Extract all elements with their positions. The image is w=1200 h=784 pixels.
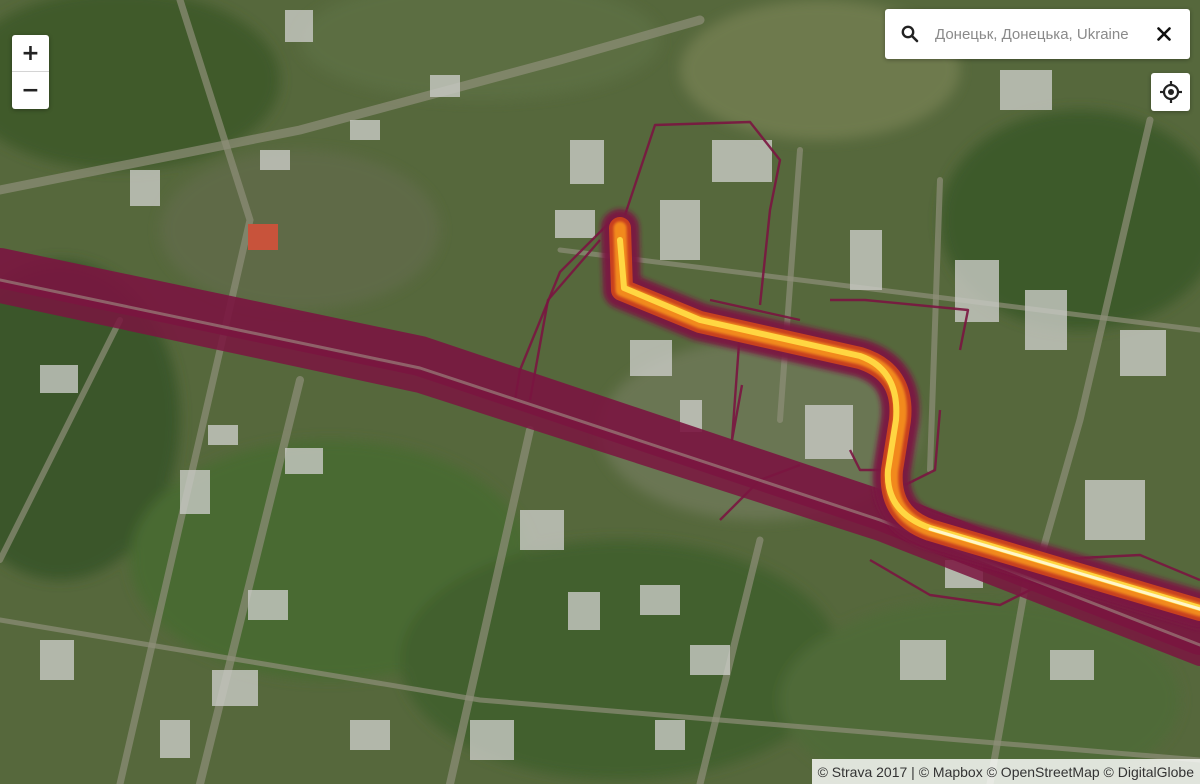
locate-me-button[interactable] bbox=[1151, 73, 1190, 111]
map-attribution: © Strava 2017 | © Mapbox © OpenStreetMap… bbox=[811, 759, 1200, 784]
close-icon bbox=[1157, 27, 1171, 41]
crosshair-icon bbox=[1159, 81, 1182, 103]
red-roof bbox=[248, 224, 278, 250]
location-search bbox=[885, 9, 1190, 59]
zoom-in-button[interactable]: + bbox=[12, 35, 49, 71]
search-icon[interactable] bbox=[885, 9, 935, 59]
attribution-text: © Strava 2017 | © Mapbox © OpenStreetMap… bbox=[817, 763, 1194, 780]
clear-search-button[interactable] bbox=[1138, 9, 1190, 59]
minus-icon: − bbox=[21, 78, 40, 103]
plus-icon: + bbox=[21, 40, 40, 66]
zoom-out-button[interactable]: − bbox=[12, 71, 49, 109]
zoom-controls: + − bbox=[12, 35, 49, 109]
satellite-map[interactable] bbox=[0, 0, 1200, 784]
search-input[interactable] bbox=[935, 19, 1138, 49]
